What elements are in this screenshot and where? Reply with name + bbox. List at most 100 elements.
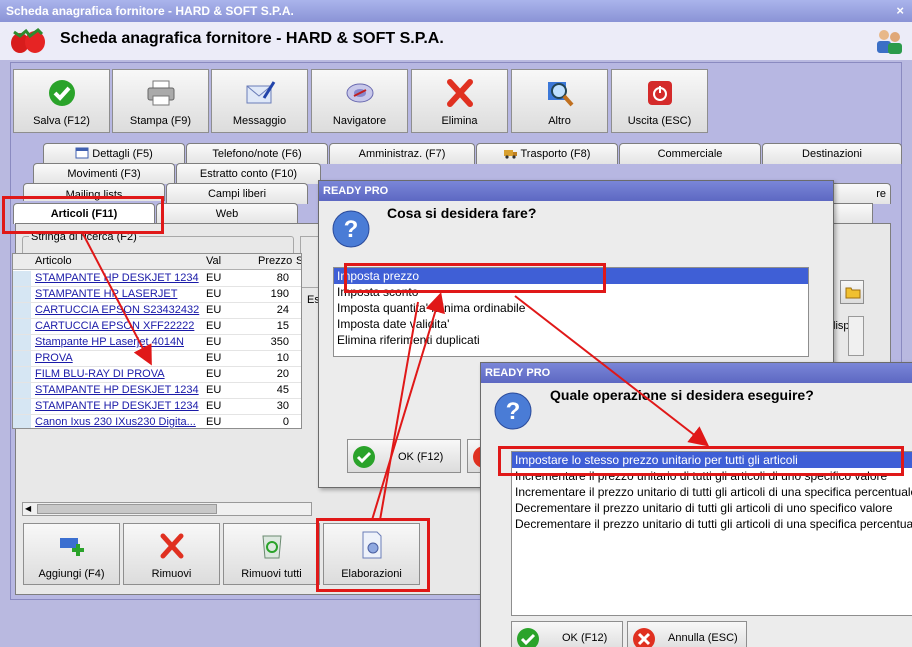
row-indicator[interactable] bbox=[13, 351, 31, 366]
remove-button[interactable]: Rimuovi bbox=[123, 523, 220, 585]
cancel-icon bbox=[633, 628, 655, 647]
row-indicator[interactable] bbox=[13, 319, 31, 334]
article-link[interactable]: STAMPANTE HP DESKJET 1234 bbox=[35, 400, 203, 412]
dialog-operation-ok-label: OK (F12) bbox=[562, 632, 608, 644]
operation-option[interactable]: Decrementare il prezzo unitario di tutti… bbox=[512, 500, 912, 516]
currency-cell: EU bbox=[206, 384, 222, 396]
highlight-articoli-tab bbox=[2, 196, 164, 234]
grid-vertical-scrollbar[interactable] bbox=[848, 316, 864, 356]
users-icon[interactable] bbox=[874, 27, 904, 55]
operation-option[interactable]: Decrementare il prezzo unitario di tutti… bbox=[512, 516, 912, 532]
table-row[interactable]: Canon Ixus 230 IXus230 Digita... EU 0 bbox=[13, 415, 301, 428]
table-row[interactable]: STAMPANTE HP DESKJET 1234 EU 30 bbox=[13, 399, 301, 415]
article-link[interactable]: STAMPANTE HP LASERJET bbox=[35, 288, 203, 300]
scroll-left-arrow-icon[interactable]: ◀ bbox=[25, 504, 31, 513]
other-button[interactable]: Altro bbox=[511, 69, 608, 133]
column-sc[interactable]: Sc bbox=[296, 255, 301, 267]
row-indicator[interactable] bbox=[13, 383, 31, 398]
tab-web[interactable]: Web bbox=[156, 203, 298, 224]
recycle-bin-icon bbox=[262, 535, 282, 559]
tab-trasporto[interactable]: Trasporto (F8) bbox=[476, 143, 618, 164]
calendar-icon bbox=[75, 147, 89, 159]
article-link[interactable]: FILM BLU-RAY DI PROVA bbox=[35, 368, 203, 380]
price-cell: 10 bbox=[276, 352, 289, 364]
table-row[interactable]: CARTUCCIA EPSON S23432432 EU 24 bbox=[13, 303, 301, 319]
tab-movimenti[interactable]: Movimenti (F3) bbox=[33, 163, 175, 184]
page-title: Scheda anagrafica fornitore - HARD & SOF… bbox=[60, 30, 444, 47]
tab-estratto-conto-label: Estratto conto (F10) bbox=[199, 168, 298, 180]
tab-campi-liberi[interactable]: Campi liberi bbox=[166, 183, 308, 204]
remove-all-button[interactable]: Rimuovi tutti bbox=[223, 523, 320, 585]
column-articolo[interactable]: Articolo bbox=[35, 255, 72, 267]
grid-horizontal-scrollbar[interactable]: ◀ bbox=[22, 502, 312, 516]
row-indicator[interactable] bbox=[13, 367, 31, 382]
exit-button-label: Uscita (ESC) bbox=[627, 115, 692, 127]
row-indicator[interactable] bbox=[13, 335, 31, 350]
highlight-elaborations bbox=[316, 518, 430, 592]
article-link[interactable]: STAMPANTE HP DESKJET 1234 bbox=[35, 272, 203, 284]
row-indicator[interactable] bbox=[13, 399, 31, 414]
tab-destinazioni[interactable]: Destinazioni bbox=[762, 143, 902, 164]
price-cell: 350 bbox=[270, 336, 289, 348]
table-row[interactable]: Stampante HP Laserjet 4014N EU 350 bbox=[13, 335, 301, 351]
save-button[interactable]: Salva (F12) bbox=[13, 69, 110, 133]
tab-partial-right-label: re bbox=[876, 188, 886, 200]
dialog-operation-cancel-button[interactable]: Annulla (ESC) bbox=[627, 621, 747, 647]
window-titlebar: Scheda anagrafica fornitore - HARD & SOF… bbox=[0, 0, 912, 22]
table-row[interactable]: STAMPANTE HP DESKJET 1234 EU 45 bbox=[13, 383, 301, 399]
question-icon: ? bbox=[494, 392, 532, 430]
tab-estratto-conto[interactable]: Estratto conto (F10) bbox=[176, 163, 321, 184]
article-link[interactable]: PROVA bbox=[35, 352, 203, 364]
delete-button-label: Elimina bbox=[441, 115, 478, 127]
operation-option[interactable]: Incrementare il prezzo unitario di tutti… bbox=[512, 484, 912, 500]
action-option[interactable]: Imposta date validita' bbox=[334, 316, 808, 332]
print-button-label: Stampa (F9) bbox=[129, 115, 192, 127]
other-button-label: Altro bbox=[548, 115, 571, 127]
add-button[interactable]: Aggiungi (F4) bbox=[23, 523, 120, 585]
exit-button[interactable]: Uscita (ESC) bbox=[611, 69, 708, 133]
row-indicator[interactable] bbox=[13, 415, 31, 428]
tab-dettagli[interactable]: Dettagli (F5) bbox=[43, 143, 185, 164]
remove-button-label: Rimuovi bbox=[151, 568, 192, 580]
delete-button[interactable]: Elimina bbox=[411, 69, 508, 133]
article-link[interactable]: CARTUCCIA EPSON XFF22222 bbox=[35, 320, 203, 332]
grid-header: Articolo Val Prezzo Sc bbox=[13, 254, 301, 270]
currency-cell: EU bbox=[206, 352, 222, 364]
row-indicator[interactable] bbox=[13, 271, 31, 286]
tab-telefono-note[interactable]: Telefono/note (F6) bbox=[186, 143, 328, 164]
table-row[interactable]: STAMPANTE HP LASERJET EU 190 bbox=[13, 287, 301, 303]
article-link[interactable]: STAMPANTE HP DESKJET 1234 bbox=[35, 384, 203, 396]
dialog-operation: READY PRO ? Quale operazione si desidera… bbox=[480, 362, 912, 647]
tab-commerciale-label: Commerciale bbox=[657, 148, 723, 160]
action-option[interactable]: Imposta quantita' minima ordinabile bbox=[334, 300, 808, 316]
message-button[interactable]: Messaggio bbox=[211, 69, 308, 133]
tab-movimenti-label: Movimenti (F3) bbox=[67, 168, 141, 180]
article-link[interactable]: CARTUCCIA EPSON S23432432 bbox=[35, 304, 203, 316]
action-option[interactable]: Elimina riferimenti duplicati bbox=[334, 332, 808, 348]
folder-button[interactable] bbox=[840, 280, 864, 304]
currency-cell: EU bbox=[206, 304, 222, 316]
price-cell: 0 bbox=[282, 416, 289, 428]
row-indicator[interactable] bbox=[13, 303, 31, 318]
column-val[interactable]: Val bbox=[206, 255, 221, 267]
dialog-operation-ok-button[interactable]: OK (F12) bbox=[511, 621, 623, 647]
scroll-thumb[interactable] bbox=[37, 504, 217, 514]
envelope-icon bbox=[246, 81, 275, 104]
tab-commerciale[interactable]: Commerciale bbox=[619, 143, 761, 164]
dialog-action-ok-button[interactable]: OK (F12) bbox=[347, 439, 461, 473]
print-button[interactable]: Stampa (F9) bbox=[112, 69, 209, 133]
currency-cell: EU bbox=[206, 400, 222, 412]
row-indicator[interactable] bbox=[13, 287, 31, 302]
tab-amministraz[interactable]: Amministraz. (F7) bbox=[329, 143, 475, 164]
navigator-button[interactable]: Navigatore bbox=[311, 69, 408, 133]
table-row[interactable]: CARTUCCIA EPSON XFF22222 EU 15 bbox=[13, 319, 301, 335]
close-icon[interactable]: × bbox=[896, 0, 904, 22]
articles-grid: Articolo Val Prezzo Sc STAMPANTE HP DESK… bbox=[12, 253, 302, 429]
column-prezzo[interactable]: Prezzo bbox=[258, 255, 292, 267]
currency-cell: EU bbox=[206, 336, 222, 348]
article-link[interactable]: Canon Ixus 230 IXus230 Digita... bbox=[35, 416, 203, 428]
table-row[interactable]: FILM BLU-RAY DI PROVA EU 20 bbox=[13, 367, 301, 383]
article-link[interactable]: Stampante HP Laserjet 4014N bbox=[35, 336, 203, 348]
table-row[interactable]: STAMPANTE HP DESKJET 1234 EU 80 bbox=[13, 271, 301, 287]
table-row[interactable]: PROVA EU 10 bbox=[13, 351, 301, 367]
